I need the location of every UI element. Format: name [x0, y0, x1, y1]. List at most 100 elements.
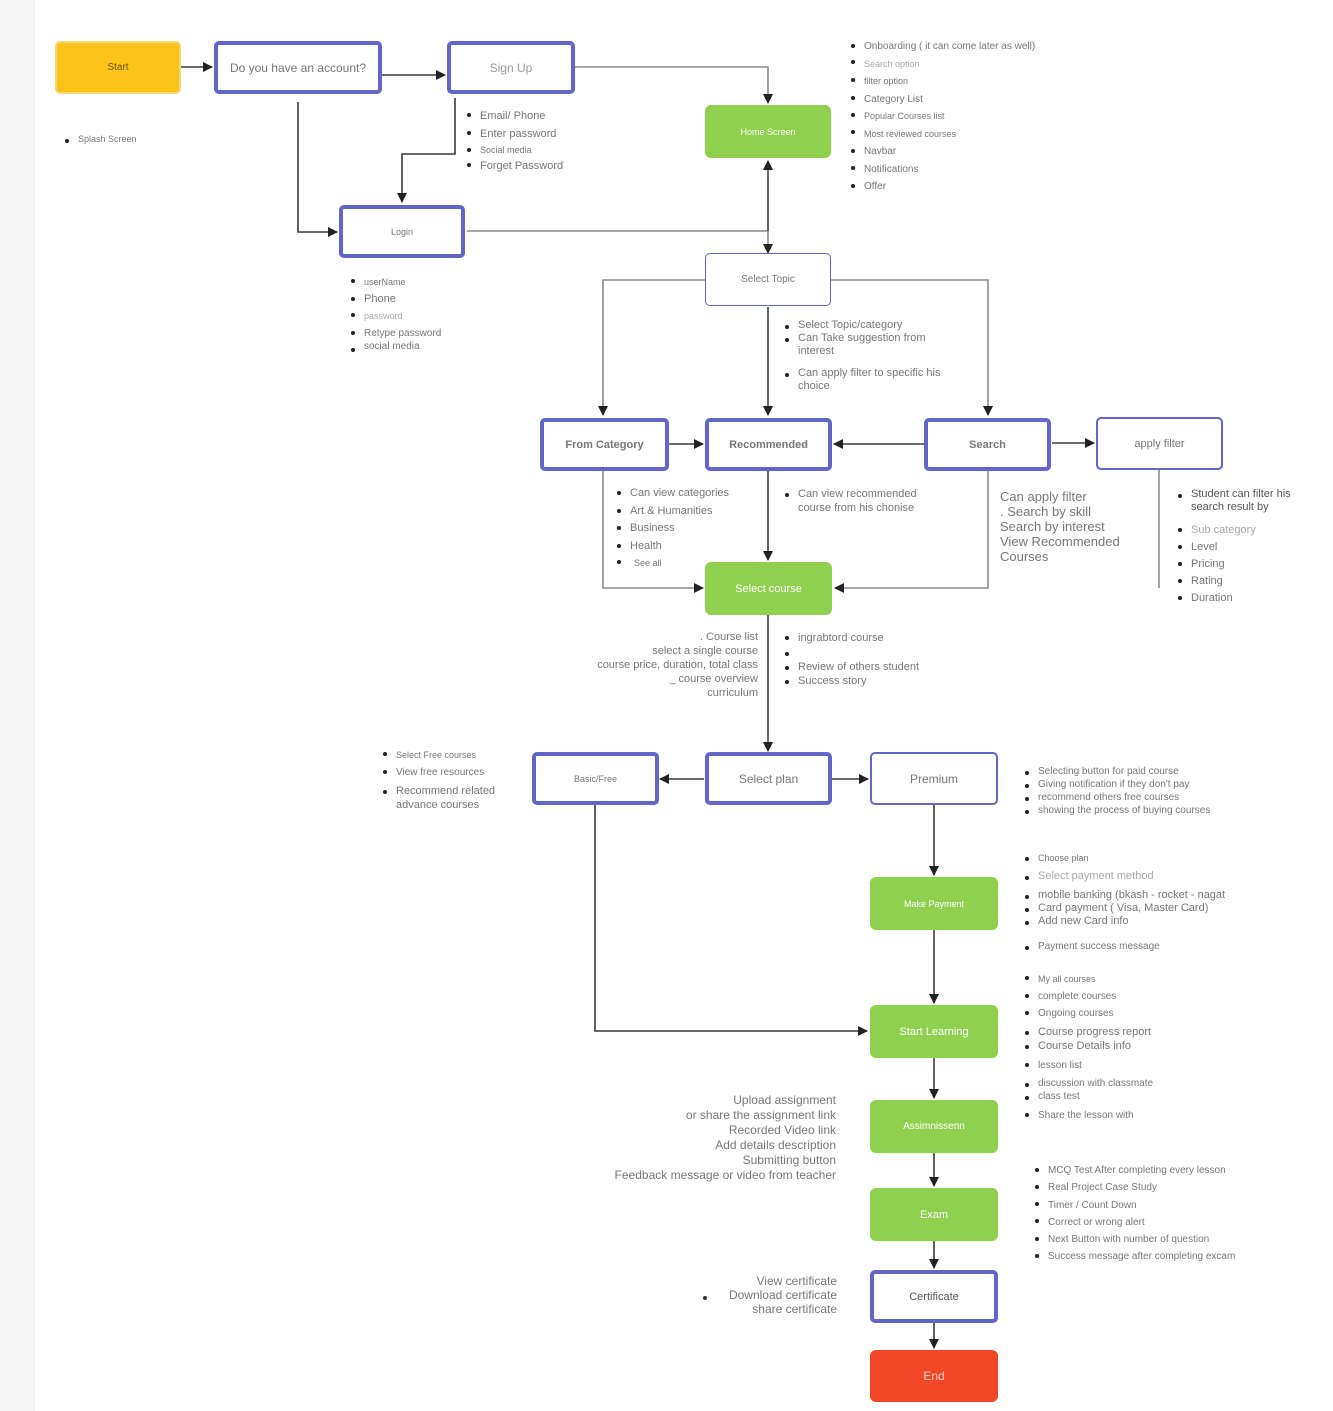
- note-item: View certificate: [756, 1274, 837, 1288]
- note-item: Health: [616, 538, 729, 556]
- arrow-login-to-topic: [467, 230, 773, 254]
- note-item: Recommend related advance courses: [382, 784, 526, 812]
- note-item: Next Button with number of question: [1034, 1231, 1235, 1248]
- node-end[interactable]: End: [870, 1350, 998, 1402]
- node-select-plan[interactable]: Select plan: [705, 752, 832, 805]
- note-item: Can view recommended course from his cho…: [784, 487, 948, 515]
- node-sign-up[interactable]: Sign Up: [447, 41, 575, 94]
- note-item: Can view categories: [616, 485, 729, 503]
- note-item: Success message after completing excam: [1034, 1248, 1235, 1265]
- notes-recommended: Can view recommended course from his cho…: [784, 487, 948, 515]
- node-assignment[interactable]: Assimnissenn: [870, 1100, 998, 1153]
- note-item: recommend others free courses: [1024, 791, 1210, 804]
- note-item: Can apply filter: [1000, 489, 1087, 504]
- note-item: Choose plan: [1024, 852, 1225, 865]
- node-home-screen[interactable]: Home Screen: [705, 105, 831, 158]
- note-item: Course progress report: [1024, 1025, 1153, 1039]
- node-recommended[interactable]: Recommended: [705, 418, 832, 471]
- notes-splash: Splash Screen: [64, 134, 137, 144]
- note-item: Search by interest: [1000, 519, 1105, 534]
- note-item: Category List: [850, 91, 1035, 109]
- note-item: Business: [616, 520, 729, 538]
- arrow-free-to-learning: [594, 805, 868, 1036]
- note-item: Courses: [1000, 549, 1049, 564]
- node-certificate[interactable]: Certificate: [870, 1270, 998, 1323]
- note-item: Search option: [850, 56, 1035, 74]
- node-start[interactable]: Start: [55, 41, 181, 94]
- node-login[interactable]: Login: [339, 205, 465, 258]
- node-select-topic[interactable]: Select Topic: [705, 253, 831, 306]
- notes-payment: Choose plan Select payment method mobile…: [1024, 852, 1225, 953]
- note-item: Most reviewed courses: [850, 126, 1035, 144]
- note-item: Upload assignment: [733, 1093, 836, 1107]
- arrow-signup-to-home: [575, 66, 773, 104]
- notes-select-topic: Select Topic/category Can Take suggestio…: [784, 319, 948, 393]
- note-item: class test: [1024, 1090, 1153, 1104]
- notes-certificate: View certificate Download certificate sh…: [680, 1274, 837, 1316]
- note-item: View free resources: [382, 764, 526, 781]
- note-item: or share the assignment link: [685, 1108, 836, 1122]
- node-from-category[interactable]: From Category: [540, 418, 669, 471]
- notes-sign-up: Email/ Phone Enter password Social media…: [466, 107, 563, 175]
- notes-search: Can apply filter . Search by skill Searc…: [1000, 489, 1120, 564]
- note-item: complete courses: [1024, 988, 1153, 1005]
- note-item: social media: [350, 342, 441, 352]
- node-start-learning[interactable]: Start Learning: [870, 1005, 998, 1058]
- note-item: Social media: [466, 143, 563, 157]
- note-item: Course Details info: [1024, 1039, 1153, 1053]
- node-make-payment[interactable]: Make Payment: [870, 877, 998, 930]
- note-item: Art & Humanities: [616, 503, 729, 521]
- note-item: _ course overview: [669, 673, 758, 685]
- note-item: Enter password: [466, 125, 563, 143]
- node-search[interactable]: Search: [924, 418, 1051, 471]
- note-item: Onboarding ( it can come later as well): [850, 38, 1035, 56]
- note-item: course price, duration, total class: [597, 659, 758, 671]
- note-item: password: [350, 308, 441, 325]
- notes-learning: My all courses complete courses Ongoing …: [1024, 971, 1153, 1124]
- note-item: Phone: [350, 291, 441, 308]
- note-item: select a single course: [652, 645, 758, 657]
- arrow-signup-to-login: [397, 98, 456, 203]
- notes-free: Select Free courses View free resources …: [382, 747, 526, 812]
- note-item: Splash Screen: [64, 134, 137, 144]
- arrow-topic-to-category: [598, 279, 705, 416]
- bullet-icon: [703, 1296, 707, 1300]
- note-item: ingrabtord course: [784, 630, 919, 646]
- node-exam[interactable]: Exam: [870, 1188, 998, 1241]
- note-item: Select Topic/category: [784, 319, 948, 332]
- note-item: userName: [350, 274, 441, 291]
- note-item: See all: [616, 555, 729, 573]
- note-item: Student can filter his search result by: [1177, 488, 1311, 514]
- notes-premium: Selecting button for paid course Giving …: [1024, 765, 1210, 817]
- note-item: Select Free courses: [382, 747, 526, 764]
- arrow-question-to-login: [297, 102, 338, 237]
- note-item: Review of others student: [784, 660, 919, 674]
- notes-course-left: . Course list select a single course cou…: [540, 630, 758, 700]
- node-basic-free[interactable]: Basic/Free: [532, 752, 659, 805]
- note-item: share certificate: [752, 1302, 837, 1316]
- note-item: Can apply filter to specific his choice: [784, 367, 948, 393]
- note-item: lesson list: [1024, 1057, 1153, 1074]
- note-item: Submitting button: [742, 1153, 836, 1167]
- note-item: Share the lesson with: [1024, 1107, 1153, 1124]
- note-item: Duration: [1177, 590, 1311, 607]
- note-item: Timer / Count Down: [1034, 1197, 1235, 1214]
- note-item: Correct or wrong alert: [1034, 1214, 1235, 1231]
- notes-filter: Student can filter his search result by …: [1177, 488, 1311, 607]
- notes-category: Can view categories Art & Humanities Bus…: [616, 485, 729, 573]
- node-account-question[interactable]: Do you have an account?: [214, 41, 382, 94]
- note-item: Forget Password: [466, 157, 563, 175]
- note-item: Can Take suggestion from interest: [784, 332, 948, 358]
- note-item: showing the process of buying courses: [1024, 804, 1210, 817]
- note-item: Notifications: [850, 161, 1035, 179]
- note-item: Retype password: [350, 325, 441, 342]
- note-item: Select payment method: [1024, 870, 1225, 883]
- note-item: Ongoing courses: [1024, 1005, 1153, 1022]
- node-premium[interactable]: Premium: [870, 752, 998, 805]
- note-item: Feedback message or video from teacher: [614, 1168, 836, 1182]
- note-item: Popular Courses list: [850, 108, 1035, 126]
- notes-home-screen: Onboarding ( it can come later as well) …: [850, 38, 1035, 196]
- note-item: discussion with classmate: [1024, 1077, 1153, 1090]
- notes-login: userName Phone password Retype password …: [350, 274, 441, 352]
- node-apply-filter[interactable]: apply filter: [1096, 417, 1223, 470]
